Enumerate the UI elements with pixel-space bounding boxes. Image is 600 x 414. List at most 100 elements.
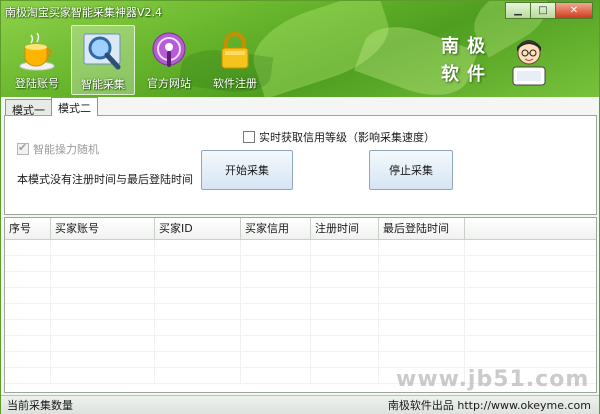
- watermark: www.jb51.com: [396, 367, 590, 392]
- tab-mode-1[interactable]: 模式一: [5, 99, 52, 117]
- brand-line: 软件: [441, 64, 493, 85]
- table-cell: [5, 320, 51, 335]
- table-cell: [5, 240, 51, 255]
- close-button[interactable]: ✕: [555, 2, 593, 19]
- table-cell: [5, 368, 51, 383]
- minimize-button[interactable]: ▁: [505, 2, 531, 19]
- table-cell: [379, 240, 465, 255]
- table-cell: [51, 256, 155, 271]
- collect-count-label: 当前采集数量: [7, 399, 73, 412]
- table-cell: [51, 320, 155, 335]
- stop-collect-button[interactable]: 停止采集: [369, 150, 453, 190]
- publisher-link[interactable]: 南极软件出品 http://www.okeyme.com: [388, 397, 599, 413]
- table-cell: [241, 336, 311, 351]
- smart-random-option[interactable]: 智能操力随机: [17, 141, 99, 157]
- table-cell: [241, 256, 311, 271]
- table-cell: [379, 272, 465, 287]
- toolbar-label: 软件注册: [213, 77, 257, 90]
- table-cell: [155, 320, 241, 335]
- table-cell: [241, 288, 311, 303]
- table-cell: [155, 272, 241, 287]
- table-cell: [379, 352, 465, 367]
- window-title: 南极淘宝买家智能采集神器V2.4: [5, 6, 163, 19]
- table-cell: [5, 336, 51, 351]
- table-cell: [311, 368, 379, 383]
- toolbar-label: 官方网站: [147, 77, 191, 90]
- table-cell: [241, 352, 311, 367]
- table-cell: [155, 368, 241, 383]
- table-cell: [241, 240, 311, 255]
- table-row: [5, 352, 596, 368]
- table-cell: [155, 288, 241, 303]
- table-cell: [241, 368, 311, 383]
- table-cell: [51, 304, 155, 319]
- table-cell: [311, 288, 379, 303]
- table-cell: [5, 256, 51, 271]
- table-row: [5, 320, 596, 336]
- table-cell: [379, 304, 465, 319]
- smart-random-checkbox[interactable]: [17, 141, 29, 155]
- table-cell: [311, 320, 379, 335]
- toolbar-label: 智能采集: [81, 78, 125, 91]
- table-cell: [51, 368, 155, 383]
- table-header: 序号 买家账号 买家ID 买家信用 注册时间 最后登陆时间: [5, 218, 596, 240]
- table-cell: [51, 336, 155, 351]
- table-cell: [5, 288, 51, 303]
- table-cell: [311, 336, 379, 351]
- table-row: [5, 272, 596, 288]
- table-cell: [51, 352, 155, 367]
- column-header[interactable]: 买家ID: [155, 218, 241, 239]
- realtime-credit-label: 实时获取信用等级（影响采集速度）: [259, 131, 435, 144]
- table-cell: [5, 352, 51, 367]
- app-window: 南极淘宝买家智能采集神器V2.4 ▁ □ ✕ 登陆账号 智能采集 官方网站 软件…: [0, 0, 600, 414]
- main-toolbar: 登陆账号 智能采集 官方网站 软件注册: [5, 25, 269, 95]
- table-row: [5, 240, 596, 256]
- column-header[interactable]: 最后登陆时间: [379, 218, 465, 239]
- column-header[interactable]: 买家账号: [51, 218, 155, 239]
- tab-mode-2[interactable]: 模式二: [51, 97, 98, 116]
- mode-tabs: 模式一 模式二: [5, 97, 98, 117]
- column-header[interactable]: 注册时间: [311, 218, 379, 239]
- table-cell: [155, 256, 241, 271]
- mode-note: 本模式没有注册时间与最后登陆时间: [17, 173, 193, 186]
- table-cell: [155, 240, 241, 255]
- table-cell: [379, 256, 465, 271]
- tea-cup-icon: [15, 29, 59, 73]
- table-cell: [51, 272, 155, 287]
- table-body: [5, 240, 596, 384]
- table-row: [5, 288, 596, 304]
- maximize-button[interactable]: □: [530, 2, 556, 19]
- realtime-credit-checkbox[interactable]: [243, 131, 255, 143]
- table-cell: [51, 240, 155, 255]
- toolbar-collect-button[interactable]: 智能采集: [71, 25, 135, 95]
- table-cell: [311, 304, 379, 319]
- table-cell: [311, 272, 379, 287]
- column-header-filler: [465, 218, 596, 239]
- table-cell: [241, 304, 311, 319]
- magnifier-icon: [81, 30, 125, 74]
- brand-line: 南极: [441, 36, 493, 57]
- toolbar-register-button[interactable]: 软件注册: [203, 25, 267, 95]
- table-row: [5, 256, 596, 272]
- toolbar-login-button[interactable]: 登陆账号: [5, 25, 69, 95]
- table-cell: [311, 256, 379, 271]
- table-cell: [5, 304, 51, 319]
- table-cell: [241, 272, 311, 287]
- mascot-avatar-icon: [509, 33, 549, 89]
- table-cell: [155, 352, 241, 367]
- table-cell: [241, 320, 311, 335]
- toolbar-label: 登陆账号: [15, 77, 59, 90]
- toolbar-website-button[interactable]: 官方网站: [137, 25, 201, 95]
- table-cell: [311, 240, 379, 255]
- table-cell: [51, 288, 155, 303]
- table-cell: [5, 272, 51, 287]
- table-cell: [379, 336, 465, 351]
- realtime-credit-option[interactable]: 实时获取信用等级（影响采集速度）: [243, 129, 435, 145]
- table-cell: [155, 336, 241, 351]
- window-controls: ▁ □ ✕: [505, 2, 593, 19]
- column-header[interactable]: 买家信用: [241, 218, 311, 239]
- brand-logo-text: 南极 软件: [441, 33, 493, 89]
- start-collect-button[interactable]: 开始采集: [201, 150, 293, 190]
- column-header[interactable]: 序号: [5, 218, 51, 239]
- header-banner: 南极淘宝买家智能采集神器V2.4 ▁ □ ✕ 登陆账号 智能采集 官方网站 软件…: [1, 1, 599, 97]
